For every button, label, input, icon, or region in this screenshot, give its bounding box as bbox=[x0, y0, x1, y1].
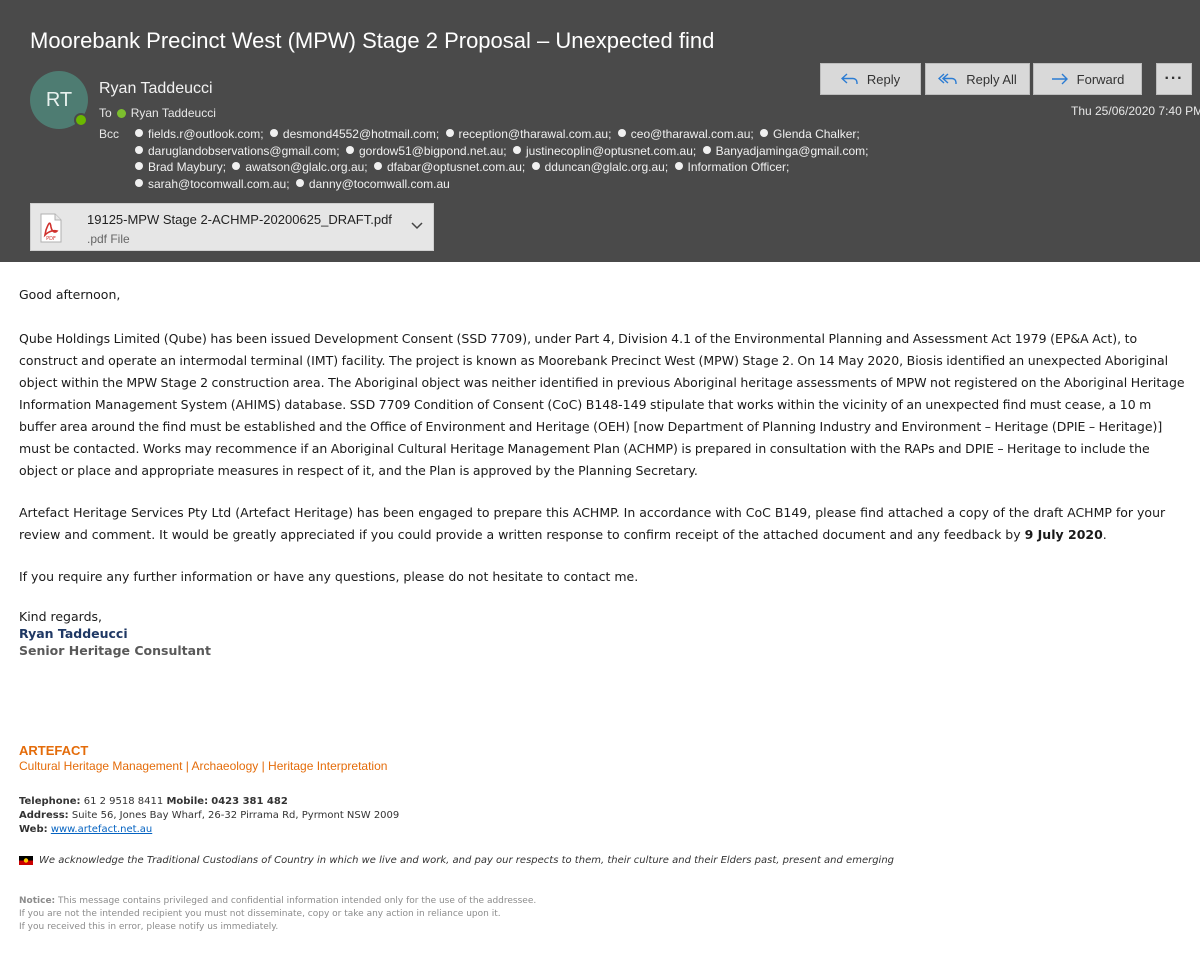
telephone-label: Telephone: bbox=[19, 796, 81, 807]
bcc-recipient[interactable]: fields.r@outlook.com; bbox=[135, 127, 264, 141]
contact-web-line: Web: www.artefact.net.au bbox=[19, 824, 152, 835]
presence-available-icon bbox=[74, 113, 88, 127]
bcc-recipient-list: fields.r@outlook.com; desmond4552@hotmai… bbox=[135, 126, 1035, 192]
body-paragraph: Artefact Heritage Services Pty Ltd (Arte… bbox=[19, 502, 1189, 546]
bcc-recipient[interactable]: reception@tharawal.com.au; bbox=[446, 127, 612, 141]
bcc-recipient[interactable]: dfabar@optusnet.com.au; bbox=[374, 160, 525, 174]
deadline-date: 9 July 2020 bbox=[1024, 527, 1103, 542]
greeting: Good afternoon, bbox=[19, 287, 121, 302]
reply-button[interactable]: Reply bbox=[820, 63, 921, 95]
reply-all-icon bbox=[938, 73, 957, 84]
bcc-recipient[interactable]: danny@tocomwall.com.au bbox=[296, 177, 450, 191]
closing: Kind regards, bbox=[19, 609, 102, 624]
bcc-recipient[interactable]: daruglandobservations@gmail.com; bbox=[135, 144, 340, 158]
company-tagline: Cultural Heritage Management | Archaeolo… bbox=[19, 759, 388, 773]
bcc-recipient[interactable]: gordow51@bigpond.net.au; bbox=[346, 144, 507, 158]
reply-label: Reply bbox=[866, 71, 901, 87]
notice-line: If you are not the intended recipient yo… bbox=[19, 909, 501, 919]
bcc-recipient[interactable]: desmond4552@hotmail.com; bbox=[270, 127, 439, 141]
mobile-label: Mobile: bbox=[166, 796, 209, 807]
body-paragraph: If you require any further information o… bbox=[19, 569, 639, 584]
presence-dot-icon bbox=[116, 108, 126, 118]
signature-title: Senior Heritage Consultant bbox=[19, 643, 211, 658]
svg-text:PDF: PDF bbox=[46, 236, 56, 242]
to-label: To bbox=[99, 106, 112, 120]
bcc-recipient[interactable]: Information Officer; bbox=[675, 160, 790, 174]
email-subject: Moorebank Precinct West (MPW) Stage 2 Pr… bbox=[30, 28, 715, 53]
body-paragraph: Qube Holdings Limited (Qube) has been is… bbox=[19, 331, 1185, 478]
more-icon: ··· bbox=[1164, 70, 1184, 87]
address-label: Address: bbox=[19, 810, 69, 821]
chevron-down-icon[interactable] bbox=[411, 222, 423, 230]
reply-all-button[interactable]: Reply All bbox=[925, 63, 1030, 95]
acknowledgement-text: We acknowledge the Traditional Custodian… bbox=[39, 855, 895, 866]
contact-address-line: Address: Suite 56, Jones Bay Wharf, 26-3… bbox=[19, 810, 399, 821]
attachment-card[interactable]: PDF 19125-MPW Stage 2-ACHMP-20200625_DRA… bbox=[30, 203, 434, 251]
company-name: ARTEFACT bbox=[19, 743, 89, 758]
web-label: Web: bbox=[19, 824, 48, 835]
bcc-recipient[interactable]: Brad Maybury; bbox=[135, 160, 226, 174]
email-header: Moorebank Precinct West (MPW) Stage 2 Pr… bbox=[0, 0, 1200, 262]
bcc-recipient[interactable]: justinecoplin@optusnet.com.au; bbox=[513, 144, 696, 158]
forward-icon bbox=[1051, 73, 1068, 85]
sent-date: Thu 25/06/2020 7:40 PM bbox=[1071, 104, 1200, 118]
bcc-recipient[interactable]: Banyadjaminga@gmail.com; bbox=[703, 144, 869, 158]
to-recipient[interactable]: Ryan Taddeucci bbox=[131, 106, 216, 120]
pdf-file-icon: PDF bbox=[40, 213, 62, 243]
email-body: Good afternoon, Qube Holdings Limited (Q… bbox=[19, 284, 1189, 659]
bcc-recipient[interactable]: sarah@tocomwall.com.au; bbox=[135, 177, 290, 191]
forward-label: Forward bbox=[1076, 71, 1125, 87]
bcc-label: Bcc bbox=[99, 127, 120, 141]
to-line: To Ryan Taddeucci bbox=[99, 106, 216, 120]
bcc-recipient[interactable]: dduncan@glalc.org.au; bbox=[532, 160, 669, 174]
signature-name: Ryan Taddeucci bbox=[19, 626, 128, 641]
notice-line: Notice: This message contains privileged… bbox=[19, 896, 536, 906]
sender-name[interactable]: Ryan Taddeucci bbox=[99, 80, 213, 98]
notice-line: If you received this in error, please no… bbox=[19, 922, 279, 932]
bcc-recipient[interactable]: Glenda Chalker; bbox=[760, 127, 860, 141]
mobile-number: 0423 381 482 bbox=[211, 796, 288, 807]
bcc-recipient[interactable]: awatson@glalc.org.au; bbox=[232, 160, 367, 174]
notice-label: Notice: bbox=[19, 896, 56, 906]
sender-avatar[interactable]: RT bbox=[30, 71, 88, 129]
address-text: Suite 56, Jones Bay Wharf, 26-32 Pirrama… bbox=[71, 810, 400, 821]
contact-phone-line: Telephone: 61 2 9518 8411 Mobile: 0423 3… bbox=[19, 796, 288, 807]
notice-text: This message contains privileged and con… bbox=[58, 896, 537, 906]
forward-button[interactable]: Forward bbox=[1033, 63, 1142, 95]
paragraph-text: Artefact Heritage Services Pty Ltd (Arte… bbox=[19, 505, 1166, 542]
aboriginal-flag-icon bbox=[19, 856, 33, 865]
avatar-initials: RT bbox=[45, 88, 73, 111]
more-actions-button[interactable]: ··· bbox=[1156, 63, 1192, 95]
acknowledgement-line: We acknowledge the Traditional Custodian… bbox=[19, 855, 894, 866]
bcc-recipient[interactable]: ceo@tharawal.com.au; bbox=[618, 127, 754, 141]
paragraph-end: . bbox=[1102, 527, 1107, 542]
reply-all-label: Reply All bbox=[966, 71, 1017, 87]
attachment-type: .pdf File bbox=[87, 232, 130, 246]
website-link[interactable]: www.artefact.net.au bbox=[51, 824, 152, 835]
attachment-name: 19125-MPW Stage 2-ACHMP-20200625_DRAFT.p… bbox=[87, 212, 392, 227]
reply-icon bbox=[840, 73, 858, 84]
telephone-number: 61 2 9518 8411 bbox=[83, 796, 164, 807]
